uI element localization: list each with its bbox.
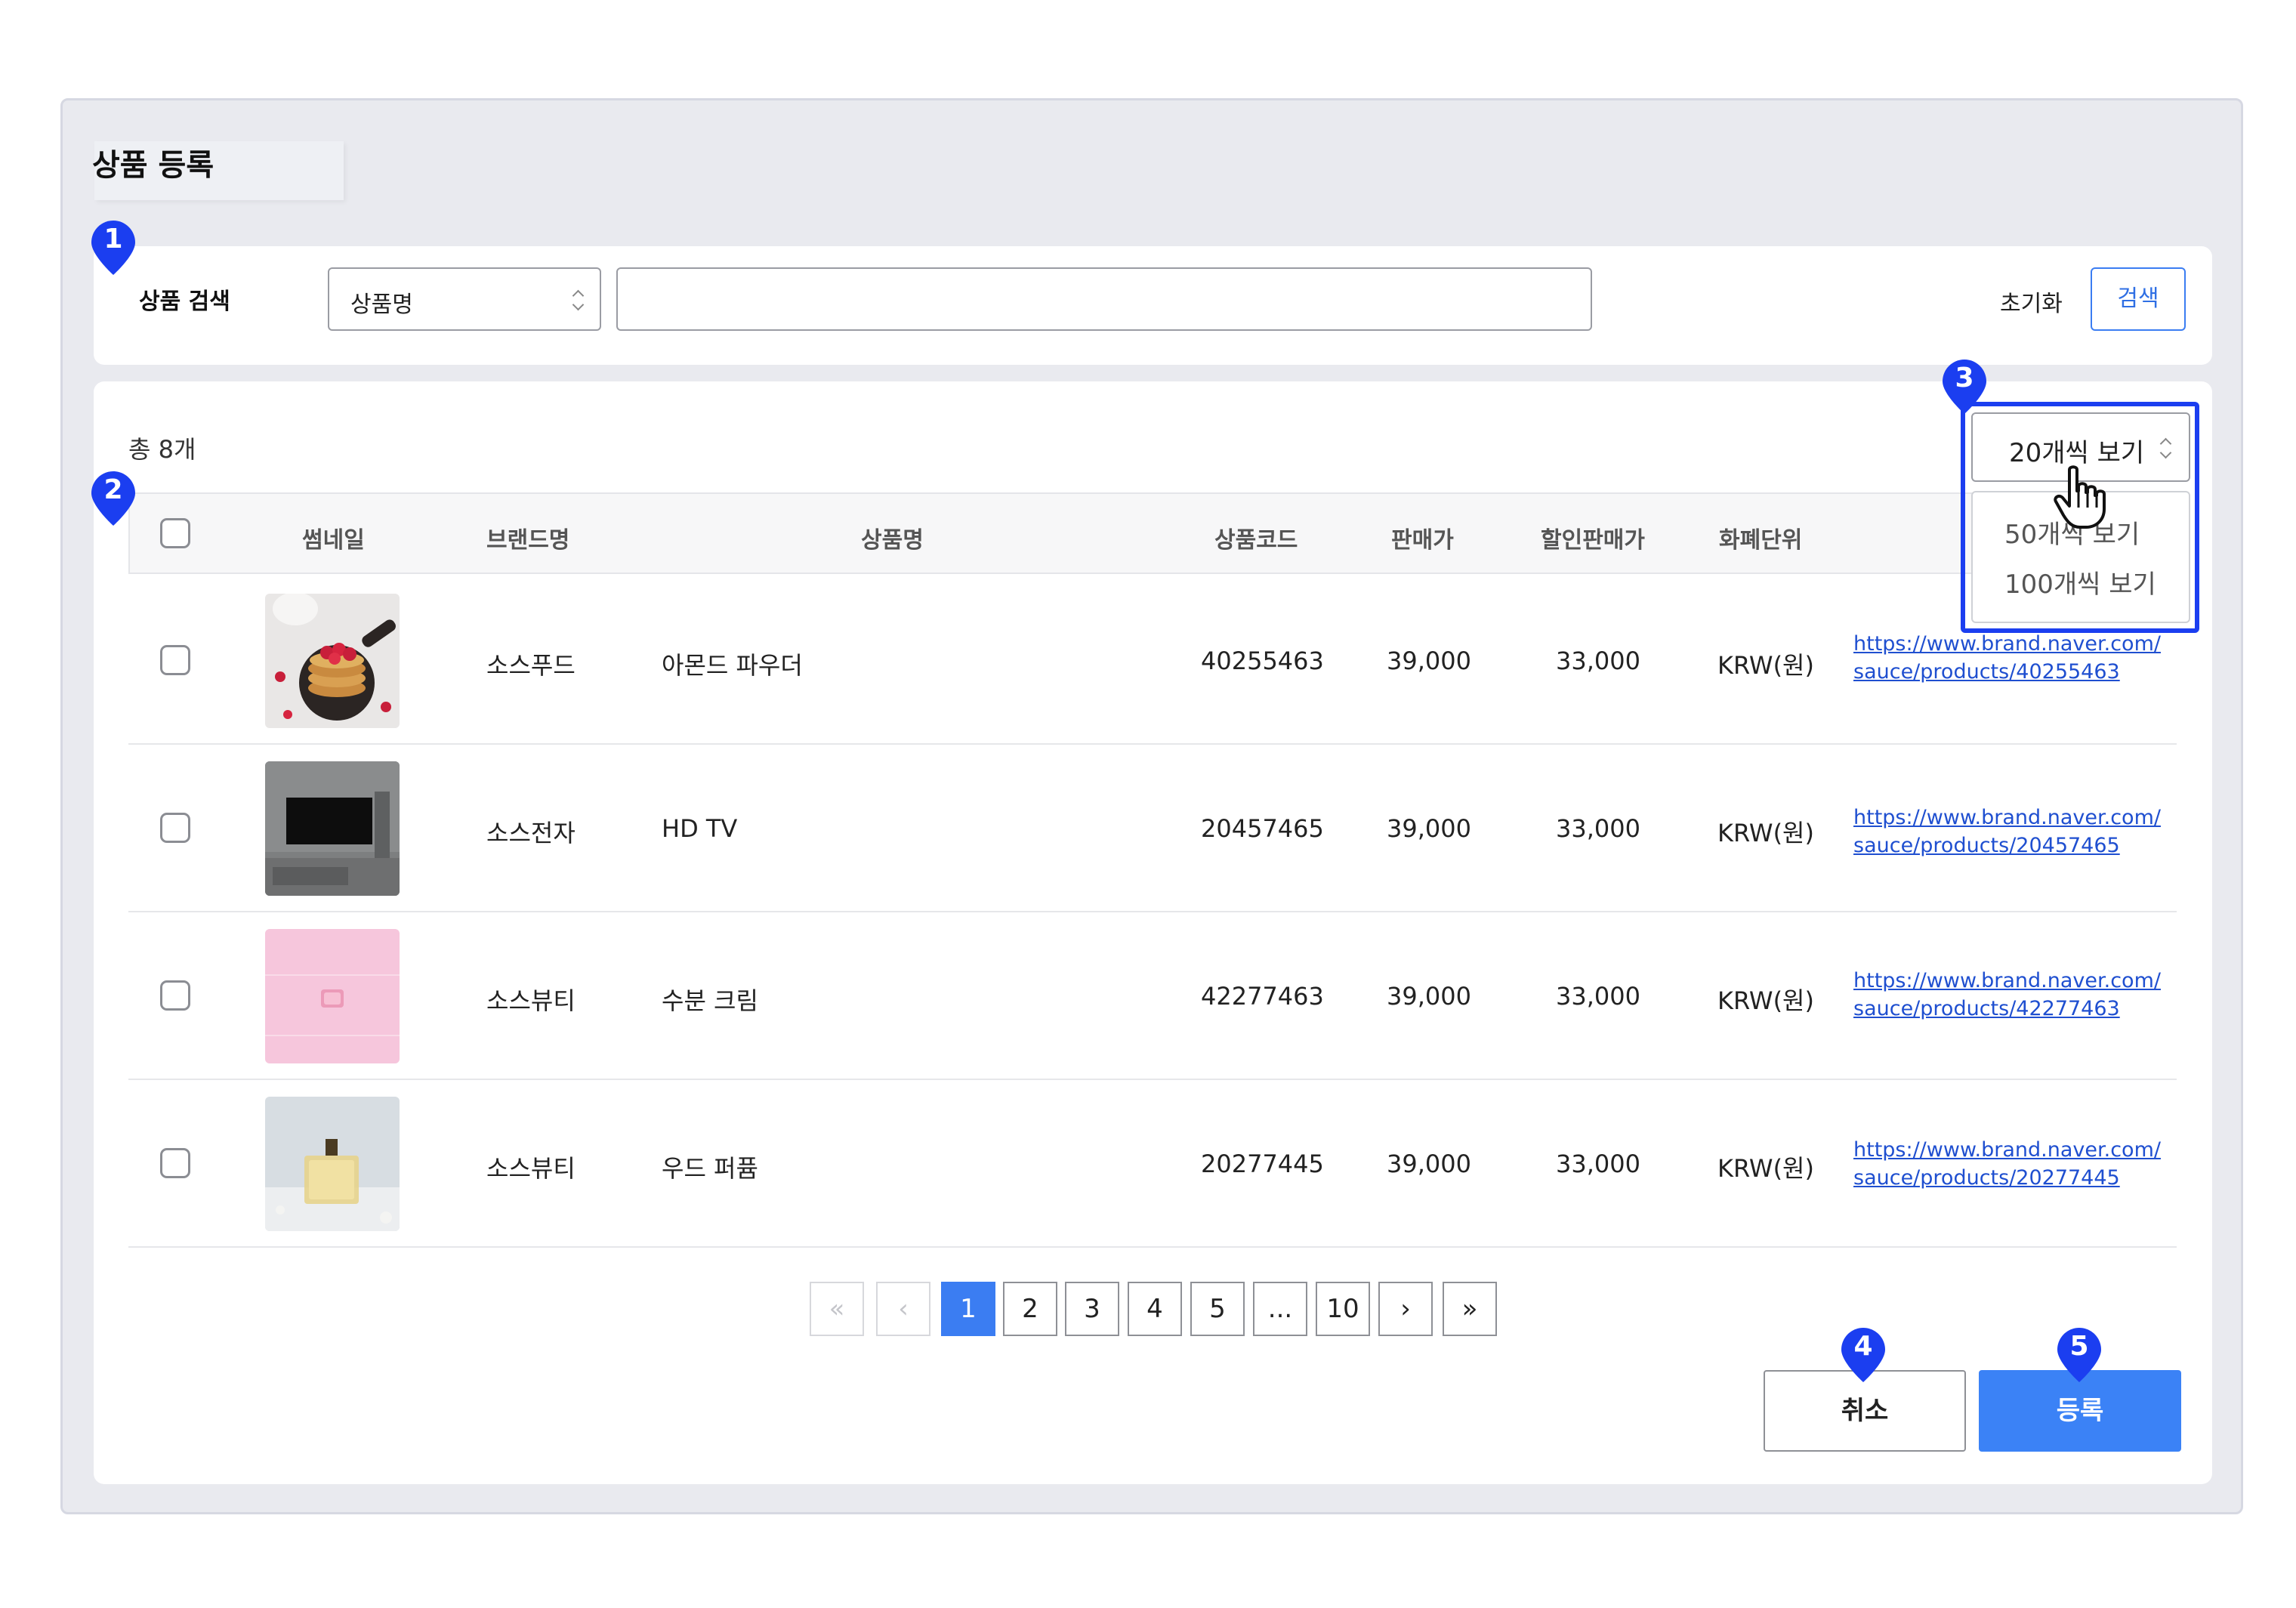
search-label: 상품 검색 bbox=[139, 289, 230, 315]
page-button-2[interactable]: 2 bbox=[1003, 1282, 1057, 1336]
row-divider bbox=[128, 743, 2177, 745]
annotation-number: 4 bbox=[1853, 1331, 1873, 1362]
product-thumbnail bbox=[265, 761, 400, 896]
row-currency: KRW(원) bbox=[1717, 986, 1814, 1015]
product-thumbnail bbox=[265, 594, 400, 728]
row-brand: 소스뷰티 bbox=[486, 1154, 576, 1183]
page-button-1[interactable]: 1 bbox=[941, 1282, 995, 1336]
page-button-4[interactable]: 4 bbox=[1128, 1282, 1182, 1336]
row-product-name: 수분 크림 bbox=[662, 986, 758, 1015]
row-checkbox[interactable] bbox=[160, 1148, 190, 1178]
table-header bbox=[128, 492, 2177, 574]
prev-page-button[interactable]: ‹ bbox=[876, 1282, 930, 1336]
row-link-line-1[interactable]: https://www.brand.naver.com/ bbox=[1853, 967, 2161, 995]
select-all-checkbox[interactable] bbox=[160, 518, 190, 548]
row-product-name: 아몬드 파우더 bbox=[662, 651, 803, 680]
row-brand: 소스전자 bbox=[486, 819, 576, 847]
row-link-line-2[interactable]: sauce/products/20277445 bbox=[1853, 1164, 2161, 1192]
row-link-line-2[interactable]: sauce/products/20457465 bbox=[1853, 832, 2161, 860]
row-product-code: 42277463 bbox=[1201, 982, 1324, 1011]
page-size-option-100[interactable]: 100개씩 보기 bbox=[2004, 563, 2156, 600]
row-brand: 소스푸드 bbox=[486, 651, 576, 680]
last-page-button[interactable]: » bbox=[1443, 1282, 1497, 1336]
annotation-pin-5: 5 bbox=[2056, 1326, 2103, 1384]
row-link-line-2[interactable]: sauce/products/42277463 bbox=[1853, 995, 2161, 1023]
reset-button[interactable]: 초기화 bbox=[2000, 285, 2063, 318]
page-button-10[interactable]: 10 bbox=[1316, 1282, 1370, 1336]
page-ellipsis: ... bbox=[1253, 1282, 1307, 1336]
row-price: 39,000 bbox=[1387, 1150, 1471, 1178]
row-currency: KRW(원) bbox=[1717, 651, 1814, 680]
row-checkbox[interactable] bbox=[160, 980, 190, 1011]
row-product-link[interactable]: https://www.brand.naver.com/ sauce/produ… bbox=[1853, 967, 2161, 1023]
column-header-currency: 화폐단위 bbox=[1719, 527, 1803, 554]
row-currency: KRW(원) bbox=[1717, 819, 1814, 847]
annotation-number: 5 bbox=[2069, 1331, 2089, 1362]
row-sale-price: 33,000 bbox=[1556, 647, 1640, 675]
annotation-number: 2 bbox=[103, 474, 123, 505]
page-button-5[interactable]: 5 bbox=[1190, 1282, 1245, 1336]
row-brand: 소스뷰티 bbox=[486, 986, 576, 1015]
row-product-name: 우드 퍼퓸 bbox=[662, 1154, 758, 1183]
annotation-number: 3 bbox=[1955, 363, 1974, 394]
chevron-updown-icon bbox=[2159, 437, 2172, 459]
annotation-number: 1 bbox=[103, 224, 123, 255]
row-currency: KRW(원) bbox=[1717, 1154, 1814, 1183]
annotation-pin-1: 1 bbox=[90, 219, 137, 276]
row-product-code: 20457465 bbox=[1201, 814, 1324, 843]
row-checkbox[interactable] bbox=[160, 645, 190, 675]
annotation-pin-3: 3 bbox=[1941, 358, 1988, 415]
search-field-select-value: 상품명 bbox=[350, 292, 413, 318]
row-divider bbox=[128, 1079, 2177, 1080]
annotation-pin-4: 4 bbox=[1840, 1326, 1887, 1384]
chevron-updown-icon bbox=[571, 289, 585, 311]
hand-cursor-icon bbox=[2054, 465, 2106, 529]
row-divider bbox=[128, 911, 2177, 912]
row-divider bbox=[128, 1246, 2177, 1248]
annotation-pin-2: 2 bbox=[90, 470, 137, 527]
first-page-button[interactable]: « bbox=[810, 1282, 864, 1336]
column-header-sale-price: 할인판매가 bbox=[1541, 527, 1645, 554]
row-link-line-1[interactable]: https://www.brand.naver.com/ bbox=[1853, 1136, 2161, 1164]
column-header-product-name: 상품명 bbox=[861, 527, 924, 554]
row-product-link[interactable]: https://www.brand.naver.com/ sauce/produ… bbox=[1853, 1136, 2161, 1192]
page-size-current: 20개씩 보기 bbox=[2009, 438, 2145, 468]
column-header-thumbnail: 썸네일 bbox=[302, 527, 365, 554]
row-product-name: HD TV bbox=[662, 814, 738, 843]
row-price: 39,000 bbox=[1387, 982, 1471, 1011]
column-header-price: 판매가 bbox=[1391, 527, 1454, 554]
row-product-link[interactable]: https://www.brand.naver.com/ sauce/produ… bbox=[1853, 630, 2161, 686]
page-button-3[interactable]: 3 bbox=[1065, 1282, 1119, 1336]
page-title: 상품 등록 bbox=[92, 148, 214, 183]
row-price: 39,000 bbox=[1387, 814, 1471, 843]
row-product-code: 40255463 bbox=[1201, 647, 1324, 675]
row-link-line-1[interactable]: https://www.brand.naver.com/ bbox=[1853, 630, 2161, 658]
row-sale-price: 33,000 bbox=[1556, 982, 1640, 1011]
row-link-line-1[interactable]: https://www.brand.naver.com/ bbox=[1853, 804, 2161, 832]
product-thumbnail bbox=[265, 929, 400, 1063]
row-product-link[interactable]: https://www.brand.naver.com/ sauce/produ… bbox=[1853, 804, 2161, 860]
search-field-select[interactable]: 상품명 bbox=[328, 267, 601, 331]
row-sale-price: 33,000 bbox=[1556, 814, 1640, 843]
column-header-product-code: 상품코드 bbox=[1214, 527, 1298, 554]
row-checkbox[interactable] bbox=[160, 813, 190, 843]
row-product-code: 20277445 bbox=[1201, 1150, 1324, 1178]
row-link-line-2[interactable]: sauce/products/40255463 bbox=[1853, 658, 2161, 686]
search-button[interactable]: 검색 bbox=[2091, 267, 2186, 331]
column-header-brand: 브랜드명 bbox=[486, 527, 570, 554]
search-input[interactable] bbox=[616, 267, 1592, 331]
row-sale-price: 33,000 bbox=[1556, 1150, 1640, 1178]
next-page-button[interactable]: › bbox=[1378, 1282, 1433, 1336]
product-thumbnail bbox=[265, 1097, 400, 1231]
row-price: 39,000 bbox=[1387, 647, 1471, 675]
total-count: 총 8개 bbox=[128, 435, 196, 464]
